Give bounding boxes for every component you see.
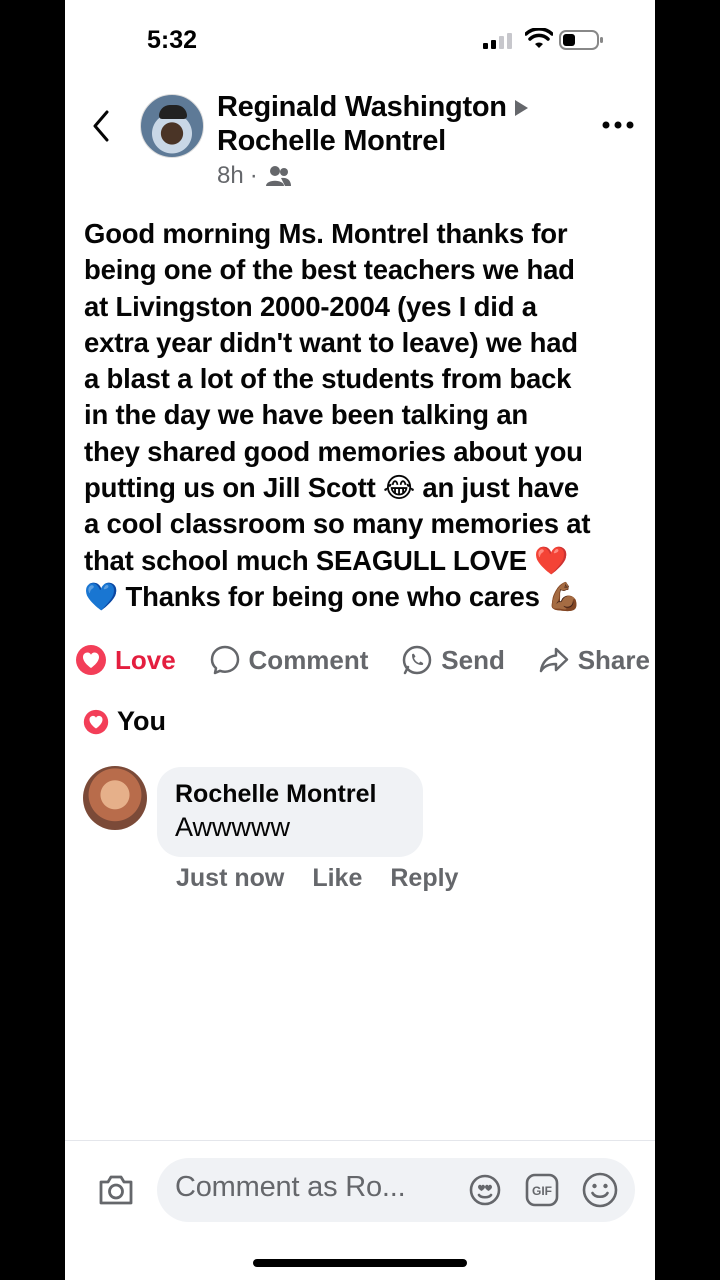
comment-bubble[interactable]: Rochelle Montrel Awwwww [157, 767, 423, 857]
gif-icon[interactable]: GIF [525, 1173, 559, 1207]
like-button[interactable]: Like [312, 864, 362, 893]
reply-button[interactable]: Reply [390, 864, 458, 893]
avatar-sticker-icon[interactable] [468, 1173, 502, 1207]
camera-icon[interactable] [97, 1173, 135, 1207]
blue-heart-emoji: 💙 [84, 580, 119, 613]
post-line: putting us on Jill Scott 😂 an just have [84, 470, 644, 506]
commenter-name[interactable]: Rochelle Montrel [175, 779, 405, 809]
post-line-text: putting us on Jill Scott [84, 472, 376, 504]
post-line: 💙 Thanks for being one who cares 💪🏾 [84, 579, 644, 615]
post-line: Good morning Ms. Montrel thanks for [84, 218, 568, 249]
post-line: they shared good memories about you [84, 435, 583, 467]
post-line: extra year didn't want to leave) we had [84, 326, 578, 358]
back-icon[interactable] [89, 108, 113, 144]
comment-time: Just now [176, 864, 285, 892]
commenter-avatar[interactable] [83, 766, 147, 830]
post-text: Good morning Ms. Montrel thanks for bein… [84, 216, 644, 615]
author-name[interactable]: Reginald Washington [217, 91, 507, 123]
muscle-emoji: 💪🏾 [547, 580, 582, 613]
reaction-label: You [117, 706, 166, 736]
post-line: a blast a lot of the students from back [84, 363, 572, 395]
wifi-icon [525, 28, 553, 48]
post-meta: 8h · [217, 162, 292, 190]
comment-input[interactable]: Comment as Ro... GIF [157, 1158, 635, 1222]
laugh-emoji: 😂 [383, 472, 415, 505]
reaction-summary[interactable]: You [83, 706, 166, 737]
comment-placeholder: Comment as Ro... [175, 1171, 406, 1203]
screen: 5:32 Reginald Washington Rochelle Montre… [65, 0, 655, 1280]
home-indicator [253, 1259, 467, 1267]
post-line-text: Thanks for being one who cares [125, 580, 540, 612]
signal-icon [483, 33, 512, 49]
love-reaction-icon [83, 709, 109, 734]
action-bar: Love Comment Send Share [75, 638, 650, 682]
post-line: being one of the best teachers we had [84, 254, 575, 286]
status-bar: 5:32 [65, 0, 655, 80]
post-line: at Livingston 2000-2004 (yes I did a [84, 290, 537, 322]
post-header: Reginald Washington Rochelle Montrel [217, 90, 597, 158]
love-button[interactable]: Love [75, 644, 176, 676]
send-button[interactable]: Send [401, 644, 505, 676]
love-label: Love [115, 644, 176, 675]
svg-text:GIF: GIF [532, 1184, 552, 1198]
more-icon[interactable] [601, 120, 635, 130]
red-heart-emoji: ❤️ [534, 544, 569, 577]
comment-icon [210, 645, 239, 675]
send-label: Send [441, 644, 505, 675]
comment-button[interactable]: Comment [209, 644, 369, 676]
post-line-text: that school much SEAGULL LOVE [84, 544, 527, 576]
meta-separator: · [249, 162, 258, 189]
comment-label: Comment [248, 644, 369, 675]
send-icon [403, 645, 432, 675]
battery-icon [559, 30, 603, 50]
post-line: in the day we have been talking an [84, 399, 529, 431]
comment-text: Awwwww [175, 812, 291, 842]
post-line-text: an just have [414, 472, 579, 504]
recipient-name[interactable]: Rochelle Montrel [217, 125, 446, 157]
love-icon [76, 645, 106, 675]
divider [65, 1140, 655, 1141]
arrow-right-icon [514, 100, 528, 117]
emoji-icon[interactable] [581, 1171, 619, 1209]
people-icon [265, 166, 291, 186]
status-time: 5:32 [147, 26, 198, 54]
post-time[interactable]: 8h [217, 162, 244, 190]
post-line: that school much SEAGULL LOVE ❤️ [84, 543, 644, 579]
comment-meta: Just now Like Reply [176, 864, 458, 893]
share-icon [539, 647, 568, 673]
share-label: Share [577, 644, 650, 675]
share-button[interactable]: Share [538, 644, 650, 676]
post-line: a cool classroom so many memories at [84, 508, 591, 540]
author-avatar[interactable] [140, 94, 204, 158]
